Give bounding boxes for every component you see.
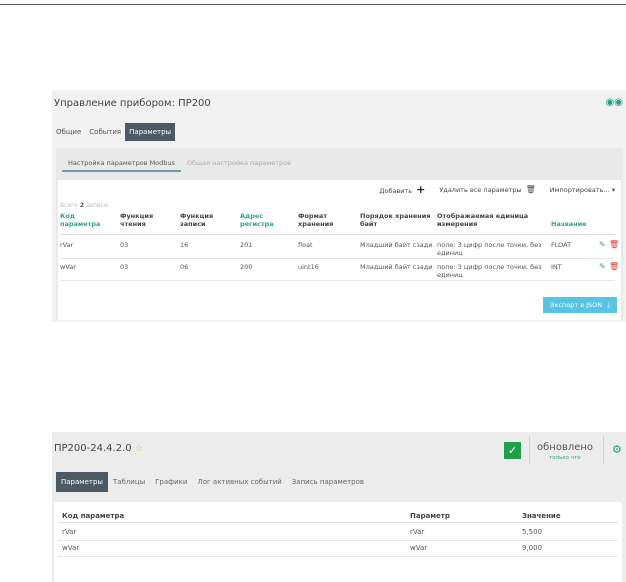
import-label: Импортировать... — [549, 185, 610, 194]
subtab-general-settings[interactable]: Общая настройка параметров — [181, 156, 297, 172]
tab-parameters[interactable]: Параметры — [56, 472, 108, 492]
table-row: rVar 03 16 201 float Младший байт сзади … — [60, 238, 619, 259]
tab-general[interactable]: Общие — [52, 123, 85, 141]
cell-byte-order: Младший байт сзади — [360, 241, 433, 249]
modbus-table-card: Добавить + Удалить все параметры 🗑 Импорти… — [58, 180, 621, 320]
col-format[interactable]: Формат хранения — [298, 212, 350, 228]
table-toolbar: Добавить + Удалить все параметры 🗑 Импорти… — [379, 183, 615, 196]
cell-read-fn: 03 — [120, 263, 129, 271]
status-text: обновлено — [537, 442, 594, 453]
cell-byte-order: Младший байт сзади — [360, 263, 433, 271]
tab-tables[interactable]: Таблицы — [108, 472, 150, 492]
total-suffix: записи. — [85, 202, 110, 209]
monitor-title: ПР200-24.4.2.0 ☆ — [54, 443, 143, 454]
edit-icon[interactable]: ✎ — [599, 262, 606, 271]
table-row: wVar wVar 9,000 — [58, 542, 618, 557]
cell-unit: поле: 3 цифр после точки, без единиц — [437, 263, 542, 279]
device-monitor-panel: ПР200-24.4.2.0 ☆ ✓ обновлено только что … — [52, 432, 626, 582]
panel-title: Управление прибором: ПР200 — [54, 98, 211, 109]
add-button[interactable]: Добавить + — [379, 183, 425, 196]
cell-value: 9,000 — [522, 544, 543, 552]
cell-name: INT — [551, 263, 562, 271]
cell-read-fn: 03 — [120, 241, 129, 249]
col-address[interactable]: Адрес регистра — [240, 212, 288, 228]
status-divider — [529, 436, 530, 464]
col-code: Код параметра — [62, 512, 125, 520]
check-icon: ✓ — [504, 442, 521, 459]
monitor-title-text: ПР200-24.4.2.0 — [54, 443, 132, 454]
col-read-fn[interactable]: Функция чтения — [120, 212, 168, 228]
subtabs: Настройка параметров Modbus Общая настро… — [62, 156, 297, 172]
cell-code: rVar — [62, 528, 77, 536]
download-icon: ⤓ — [607, 300, 611, 309]
table-header: Код параметра Параметр Значение — [58, 510, 618, 523]
delete-all-label: Удалить все параметры — [439, 186, 522, 194]
total-count: 2 — [79, 202, 85, 209]
cell-write-fn: 06 — [180, 263, 189, 271]
monitor-tabs: Параметры Таблицы Графики Лог активных с… — [56, 472, 369, 492]
cell-unit: поле: 3 цифр после точки, без единиц — [437, 241, 542, 257]
table-header: Код параметра Функция чтения Функция зап… — [60, 212, 615, 235]
star-icon[interactable]: ☆ — [135, 444, 143, 454]
delete-icon[interactable]: 🗑 — [609, 240, 619, 249]
subtab-modbus[interactable]: Настройка параметров Modbus — [62, 156, 181, 172]
cell-parameter: wVar — [410, 544, 428, 552]
edit-icon[interactable]: ✎ — [599, 240, 606, 249]
import-dropdown[interactable]: Импортировать... ▾ — [550, 186, 615, 194]
cell-write-fn: 16 — [180, 241, 189, 249]
col-name[interactable]: Название — [551, 220, 611, 228]
cell-code: wVar — [60, 263, 76, 271]
cell-format: float — [298, 241, 313, 249]
total-prefix: Всего — [60, 202, 78, 209]
col-unit[interactable]: Отображаемая единица измерения — [437, 212, 547, 228]
tab-parameters[interactable]: Параметры — [125, 123, 176, 141]
caret-down-icon: ▾ — [611, 185, 615, 194]
parameters-table-card: Код параметра Параметр Значение rVar rVa… — [54, 502, 622, 582]
delete-icon[interactable]: 🗑 — [609, 262, 619, 271]
table-row: wVar 03 06 200 uint16 Младший байт сзади… — [60, 260, 619, 281]
cell-parameter: rVar — [410, 528, 425, 536]
parameters-subpanel: Настройка параметров Modbus Общая настро… — [56, 148, 623, 320]
trash-icon: 🗑 — [525, 185, 536, 194]
cell-value: 5,500 — [522, 528, 543, 536]
col-byte-order[interactable]: Порядок хранения байт — [360, 212, 436, 228]
binoculars-icon[interactable]: ◉◉ — [606, 97, 623, 108]
cell-address: 201 — [240, 241, 253, 249]
col-write-fn[interactable]: Функция записи — [180, 212, 228, 228]
cell-format: uint16 — [298, 263, 319, 271]
tab-charts[interactable]: Графики — [150, 472, 192, 492]
col-code[interactable]: Код параметра — [60, 212, 112, 228]
table-row: rVar rVar 5,500 — [58, 526, 618, 541]
tab-write-params[interactable]: Запись параметров — [287, 472, 369, 492]
tab-event-log[interactable]: Лог активных событий — [192, 472, 286, 492]
gear-icon[interactable]: ⚙ — [612, 443, 622, 456]
top-divider — [0, 4, 626, 5]
delete-all-button[interactable]: Удалить все параметры 🗑 — [439, 185, 535, 194]
cell-code: wVar — [62, 544, 80, 552]
add-label: Добавить — [379, 187, 413, 195]
settings-divider — [603, 436, 604, 464]
device-control-panel: Управление прибором: ПР200 ◉◉ Общие Собы… — [52, 90, 626, 322]
export-json-button[interactable]: Экспорт в JSON ⤓ — [543, 297, 617, 313]
cell-address: 200 — [240, 263, 253, 271]
device-tabs: Общие События Параметры — [52, 123, 176, 141]
total-records: Всего 2 записи. — [60, 202, 110, 209]
col-parameter: Параметр — [410, 512, 450, 520]
cell-code: rVar — [60, 241, 74, 249]
cell-name: FLOAT — [551, 241, 572, 249]
export-label: Экспорт в JSON — [549, 301, 603, 309]
col-value: Значение — [522, 512, 561, 520]
status-subtext: только что — [549, 455, 581, 461]
plus-icon: + — [416, 183, 426, 196]
tab-events[interactable]: События — [85, 123, 125, 141]
